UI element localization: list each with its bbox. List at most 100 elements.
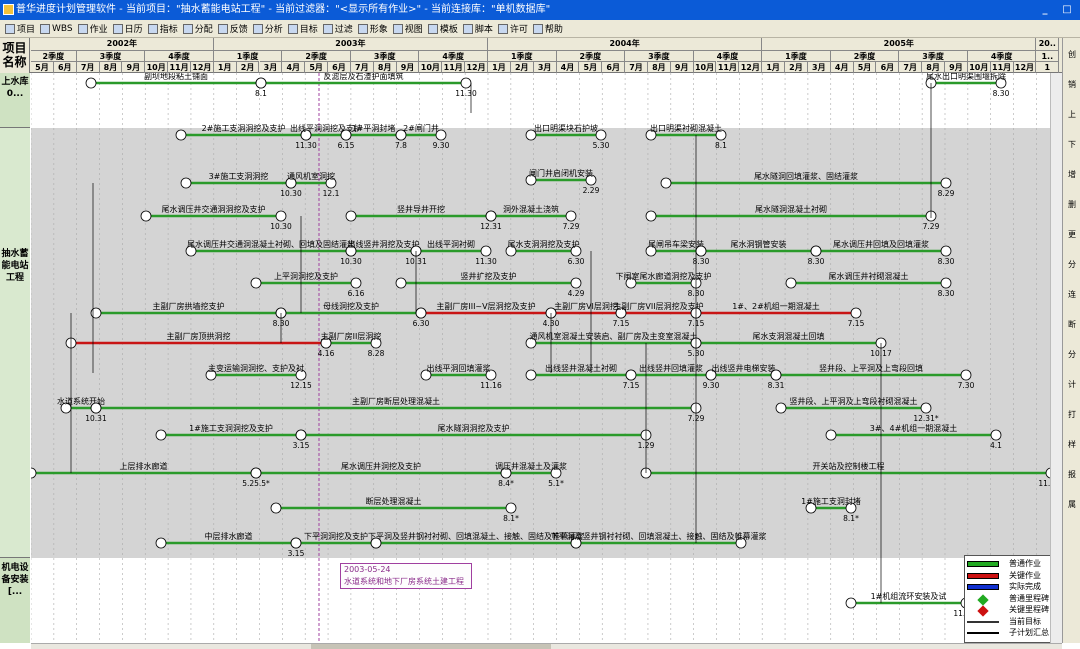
activity-label: 1#、2#机组一期混凝土 (732, 301, 820, 311)
side-command-button[interactable]: 更 (1065, 228, 1079, 241)
side-command-button[interactable]: 样 (1065, 438, 1079, 451)
toolbar-template-button[interactable]: 模板 (427, 22, 458, 35)
toolbar-project-button[interactable]: 项目 (5, 22, 35, 35)
toolbar-label: 脚本 (474, 25, 493, 35)
side-command-button[interactable]: 报 (1065, 468, 1079, 481)
side-command-button[interactable]: 删 (1065, 198, 1079, 211)
side-command-button[interactable]: 连 (1065, 288, 1079, 301)
side-command-label: 分 (1068, 260, 1076, 269)
toolbar-indicator-button[interactable]: 指标 (147, 22, 178, 35)
event-date: 7.29 (923, 222, 940, 231)
event-date: 8.29 (938, 189, 955, 198)
toolbar-target-button[interactable]: 目标 (287, 22, 318, 35)
toolbar-assign-button[interactable]: 分配 (182, 22, 213, 35)
side-command-button[interactable]: 计 (1065, 378, 1079, 391)
month-cell: 1月 (762, 61, 786, 73)
side-command-button[interactable]: 上 (1065, 108, 1079, 121)
filter-icon (322, 23, 333, 34)
month-cell: 5月 (305, 61, 329, 73)
analysis-icon (252, 23, 263, 34)
event-node (250, 277, 262, 289)
minimize-button[interactable]: _ (1036, 0, 1054, 20)
legend-label: 关键作业 (1009, 570, 1041, 580)
month-cell: 8月 (99, 61, 123, 73)
toolbar-activity-button[interactable]: 作业 (77, 22, 108, 35)
activity-label: 洞外混凝土浇筑 (503, 204, 559, 214)
activity-label: 母线洞挖及支护 (323, 301, 379, 311)
network-diagram[interactable]: 副坝地段粘土铺面 8.1 反滤层及石渣护面填筑 11.30 尾水出口明渠围堰拆除 8.30… (31, 73, 1062, 643)
event-date: 8.1* (843, 514, 859, 523)
toolbar-license-button[interactable]: 许可 (497, 22, 528, 35)
lane-waterway-system[interactable]: 抽水蓄能电站工程 (0, 128, 30, 558)
quarter-cell: 4季度 (145, 50, 214, 61)
toolbar-filter-button[interactable]: 过滤 (322, 22, 353, 35)
month-cell: 1月 (213, 61, 237, 73)
side-command-label: 断 (1068, 320, 1076, 329)
legend-label: 关键里程碑 (1009, 605, 1049, 614)
month-cell: 5月 (31, 61, 54, 73)
scroll-thumb[interactable] (311, 644, 551, 649)
toolbar-view-button[interactable]: 视图 (392, 22, 423, 35)
event-date: 8.30 (938, 289, 955, 298)
lane-label: 机电设备安装[... (1, 563, 29, 597)
event-date: 3.15 (293, 441, 310, 450)
event-date: 12.31 (480, 222, 502, 231)
quarter-cell: 1季度 (213, 50, 283, 61)
lane-electromechanical[interactable]: 机电设备安装[... (0, 558, 30, 643)
right-command-panel: 创销上下增删更分连断分计打样报属 (1062, 38, 1080, 643)
event-node (695, 245, 707, 257)
event-date: 7.15 (848, 319, 865, 328)
event-date: 4.1 (990, 441, 1002, 450)
toolbar-help-button[interactable]: 帮助 (532, 22, 563, 35)
event-node (90, 402, 102, 414)
side-command-button[interactable]: 打 (1065, 408, 1079, 421)
month-cell: 4月 (556, 61, 580, 73)
event-node (255, 77, 267, 89)
toolbar-calendar-button[interactable]: 日历 (112, 22, 143, 35)
month-cell: 5月 (579, 61, 603, 73)
activity-label: 闸门井启闭机安装 (529, 168, 593, 178)
toolbar-feedback-button[interactable]: 反馈 (217, 22, 248, 35)
side-command-button[interactable]: 分 (1065, 348, 1079, 361)
horizontal-scrollbar[interactable] (31, 643, 1062, 649)
event-date: 10.31 (85, 414, 107, 423)
side-command-button[interactable]: 创 (1065, 48, 1079, 61)
side-command-label: 上 (1068, 110, 1076, 119)
side-command-button[interactable]: 销 (1065, 78, 1079, 91)
activity-label: 2#施工支洞洞挖及支护 (202, 123, 286, 133)
quarter-cell: 3季度 (350, 50, 420, 61)
activity-label: 尾水出口明渠围堰拆除 (926, 73, 1006, 81)
legend-swatch (967, 561, 999, 567)
toolbar-image-button[interactable]: 形象 (357, 22, 388, 35)
maximize-button[interactable]: □ (1058, 0, 1076, 20)
toolbar-analysis-button[interactable]: 分析 (252, 22, 283, 35)
activity-label: 尾水隧洞洞挖及支护 (438, 423, 510, 433)
toolbar-wbs-button[interactable]: WBS (40, 23, 73, 34)
vertical-scrollbar[interactable] (1050, 73, 1062, 643)
event-date: 3.15 (288, 549, 305, 558)
side-command-button[interactable]: 断 (1065, 318, 1079, 331)
legend-label: 普通里程碑 (1009, 593, 1049, 603)
toolbar-script-button[interactable]: 脚本 (462, 22, 493, 35)
side-command-button[interactable]: 属 (1065, 498, 1079, 511)
side-command-button[interactable]: 增 (1065, 168, 1079, 181)
activity-icon (77, 23, 88, 34)
event-date: 5.25.5* (242, 479, 270, 488)
month-cell: 12月 (1013, 61, 1037, 73)
toolbar-label: 目标 (299, 25, 318, 35)
lane-upper-reservoir[interactable]: 上水库0... (0, 73, 30, 128)
month-cell: 6月 (328, 61, 351, 73)
project-name-column: 上水库0... 抽水蓄能电站工程 机电设备安装[... (0, 73, 30, 643)
side-command-button[interactable]: 下 (1065, 138, 1079, 151)
event-node (290, 537, 302, 549)
side-command-label: 下 (1068, 140, 1076, 149)
script-icon (462, 23, 473, 34)
image-icon (357, 23, 368, 34)
side-command-button[interactable]: 分 (1065, 258, 1079, 271)
year-cell: 20.. (1036, 38, 1060, 50)
event-date: 11.30 (295, 141, 317, 150)
activity-label: 竖井导井开挖 (397, 204, 445, 214)
activity-label: 3#、4#机组一期混凝土 (870, 423, 958, 433)
activity-network: 副坝地段粘土铺面 8.1 反滤层及石渣护面填筑 11.30 尾水出口明渠围堰拆除 8.30… (31, 73, 1062, 643)
event-node (960, 369, 972, 381)
